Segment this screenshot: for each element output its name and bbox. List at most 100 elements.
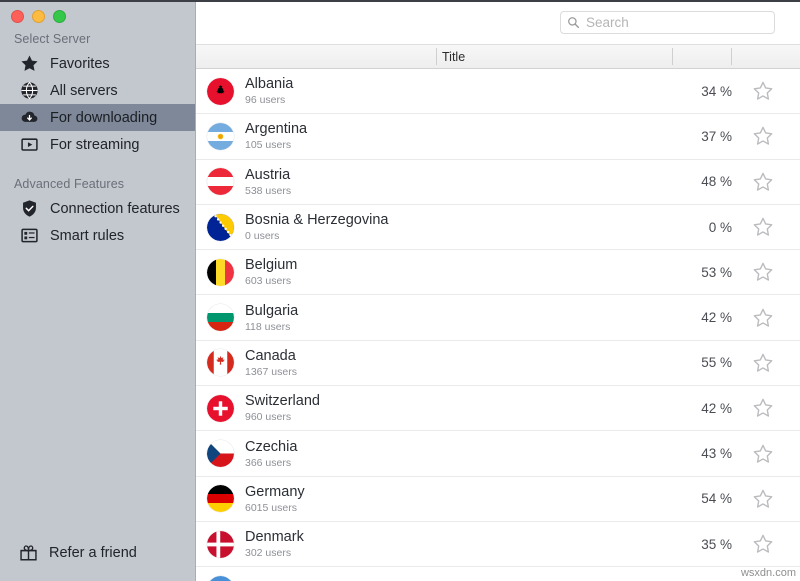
server-name: Austria	[245, 166, 291, 183]
globe-icon	[20, 81, 39, 100]
server-user-count: 960 users	[245, 411, 292, 424]
favorite-star-icon[interactable]	[752, 80, 774, 102]
watermark: wsxdn.com	[740, 567, 796, 579]
row-text: Czechia 366 users	[245, 439, 297, 469]
server-name: Albania	[245, 76, 294, 93]
sidebar-item-label: Favorites	[50, 55, 110, 72]
table-row[interactable]: Bulgaria 118 users 42 %	[196, 295, 800, 341]
server-user-count: 6015 users	[245, 501, 297, 514]
favorite-star-icon[interactable]	[752, 397, 774, 419]
server-name: Germany	[245, 483, 305, 500]
table-row[interactable]: Denmark 302 users 35 %	[196, 522, 800, 568]
flag-denmark	[207, 530, 234, 558]
toolbar	[196, 0, 800, 44]
server-name: Czechia	[245, 438, 298, 455]
table-row[interactable]: Switzerland 960 users 42 %	[196, 386, 800, 432]
favorite-star-icon[interactable]	[752, 307, 774, 329]
row-text: Germany 6015 users	[245, 484, 305, 514]
sidebar-item-smart-rules[interactable]: Smart rules	[0, 222, 195, 249]
row-text: Argentina 105 users	[245, 121, 307, 151]
server-user-count: 302 users	[245, 547, 292, 560]
table-row[interactable]: Bosnia & Herzegovina 0 users 0 %	[196, 205, 800, 251]
favorite-star-icon[interactable]	[752, 216, 774, 238]
sidebar-item-connection-features[interactable]: Connection features	[0, 195, 195, 222]
row-text: Belgium 603 users	[245, 257, 297, 287]
sidebar-item-all-servers[interactable]: All servers	[0, 77, 195, 104]
favorite-star-icon[interactable]	[752, 261, 774, 283]
server-user-count: 603 users	[245, 275, 292, 288]
table-header-row: Title Load	[196, 44, 800, 69]
cloud-download-icon	[20, 108, 39, 127]
maximize-window-button[interactable]	[53, 9, 66, 23]
server-load: 42 %	[701, 400, 732, 416]
sidebar-item-label: For streaming	[50, 136, 140, 153]
sidebar-item-favorites[interactable]: Favorites	[0, 50, 195, 77]
flag-estonia	[207, 575, 234, 581]
table-row[interactable]: Albania 96 users 34 %	[196, 69, 800, 115]
flag-switzerland	[207, 394, 234, 422]
server-user-count: 105 users	[245, 139, 292, 152]
server-name: Argentina	[245, 121, 308, 138]
table-row[interactable]: Germany 6015 users 54 %	[196, 477, 800, 522]
row-text: Canada 1367 users	[245, 348, 297, 378]
close-window-button[interactable]	[11, 9, 24, 23]
flag-belgium	[207, 258, 234, 286]
server-user-count: 118 users	[245, 320, 291, 333]
column-divider-load-left[interactable]	[672, 48, 673, 65]
main-panel: Title Load Albania96 users34 %Argentina1…	[196, 0, 800, 581]
favorite-star-icon[interactable]	[752, 125, 774, 147]
server-user-count: 366 users	[245, 456, 292, 469]
server-load: 55 %	[701, 355, 732, 371]
table-row[interactable]: Belgium 603 users 53 %	[196, 250, 800, 296]
server-user-count: 0 users	[245, 230, 280, 243]
server-name: Switzerland	[245, 393, 320, 410]
sidebar: Select Server Favorites All servers For …	[0, 0, 196, 581]
sidebar-item-label: For downloading	[50, 109, 158, 126]
sidebar-section-label-advanced-features: Advanced Features	[14, 177, 125, 191]
minimize-window-button[interactable]	[32, 9, 45, 23]
server-user-count: 96 users	[245, 94, 286, 107]
favorite-star-icon[interactable]	[752, 171, 774, 193]
server-name: Belgium	[245, 257, 298, 274]
row-text: Bosnia & Herzegovina 0 users	[245, 212, 388, 242]
favorite-star-icon[interactable]	[752, 352, 774, 374]
server-load: 0 %	[708, 219, 732, 235]
column-header-title[interactable]: Title	[442, 50, 465, 64]
table-row[interactable]: Canada 1367 users 55 %	[196, 341, 800, 387]
shield-check-icon	[20, 199, 39, 218]
column-divider-left[interactable]	[436, 48, 437, 65]
column-divider-load-right[interactable]	[731, 48, 732, 65]
favorite-star-icon[interactable]	[752, 443, 774, 465]
sidebar-section-label-select-server: Select Server	[14, 32, 91, 46]
server-name: Denmark	[245, 529, 304, 546]
server-load: 35 %	[701, 536, 732, 552]
refer-a-friend-button[interactable]: Refer a friend	[0, 542, 137, 563]
table-row[interactable]: Czechia 366 users 43 %	[196, 431, 800, 477]
window-top-edge	[0, 0, 800, 2]
server-load: 48 %	[701, 174, 732, 190]
flag-canada	[207, 349, 234, 377]
table-row[interactable]: Argentina 105 users 37 %	[196, 114, 800, 160]
play-screen-icon	[20, 135, 39, 154]
server-load: 34 %	[701, 83, 732, 99]
table-row-partial[interactable]	[196, 567, 800, 581]
row-text: Albania 96 users	[245, 76, 293, 106]
server-user-count: 538 users	[245, 184, 292, 197]
sidebar-item-for-downloading[interactable]: For downloading	[0, 104, 195, 131]
favorite-star-icon[interactable]	[752, 533, 774, 555]
sidebar-item-label: Smart rules	[50, 227, 125, 244]
row-text: Bulgaria 118 users	[245, 303, 298, 333]
row-text: Denmark 302 users	[245, 529, 304, 559]
table-row[interactable]: Austria 538 users 48 %	[196, 160, 800, 205]
server-list[interactable]: Albania 96 users 34 % Argentina 105 users 37 …	[196, 69, 800, 581]
search-field[interactable]	[560, 10, 775, 34]
server-load: 37 %	[701, 128, 732, 144]
server-load: 43 %	[701, 446, 732, 462]
server-load: 53 %	[701, 264, 732, 280]
search-input[interactable]	[586, 14, 768, 30]
search-icon	[567, 16, 580, 29]
favorite-star-icon[interactable]	[752, 488, 774, 510]
flag-bosnia	[207, 213, 234, 241]
server-load: 42 %	[701, 310, 732, 326]
sidebar-item-for-streaming[interactable]: For streaming	[0, 131, 195, 158]
